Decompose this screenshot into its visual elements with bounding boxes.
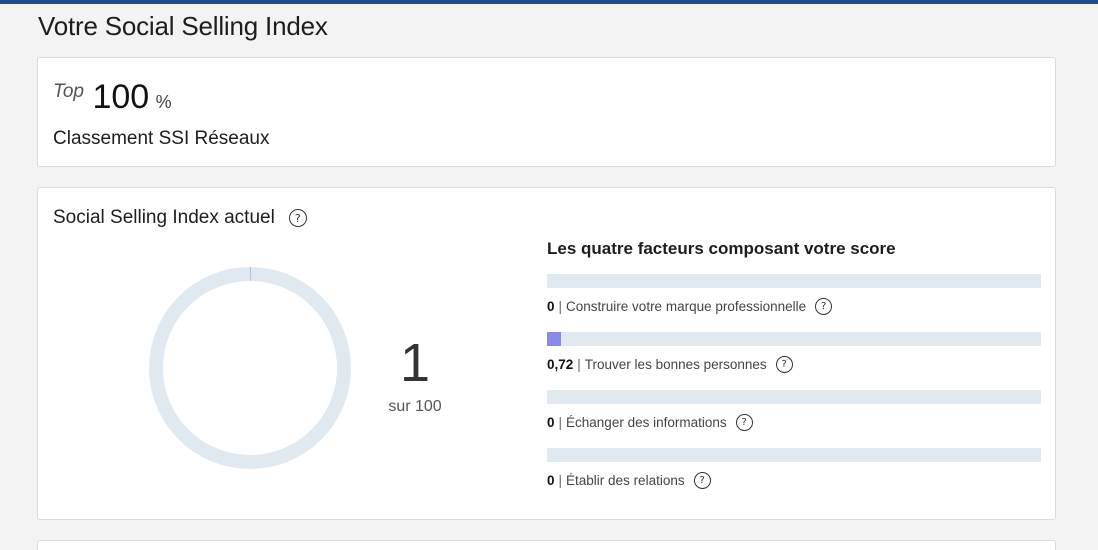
factor-bar-fill <box>547 332 562 346</box>
page-title: Votre Social Selling Index <box>38 11 328 41</box>
factor-relationships: 0 | Établir des relations ? <box>547 448 1041 489</box>
ranking-value: 100 <box>92 78 150 116</box>
factor-label: 0 | Échanger des informations ? <box>547 414 1041 431</box>
help-circle-icon[interactable]: ? <box>288 209 307 227</box>
factor-separator: | <box>558 473 563 488</box>
factor-bar-track <box>547 274 1041 288</box>
ssi-score-value: 1 <box>399 333 431 393</box>
next-card <box>37 540 1056 550</box>
top-accent-bar <box>0 0 1098 4</box>
factor-insights: 0 | Échanger des informations ? <box>547 390 1041 431</box>
ranking-value-line: Top 100 % <box>53 78 172 117</box>
factor-name: Trouver les bonnes personnes <box>584 357 767 372</box>
factor-brand: 0 | Construire votre marque professionne… <box>547 274 1041 315</box>
factor-separator: | <box>558 299 563 314</box>
help-circle-icon[interactable]: ? <box>693 472 711 489</box>
factor-name: Échanger des informations <box>566 415 727 430</box>
factor-value: 0,72 <box>547 357 574 372</box>
ssi-score-sub: sur 100 <box>388 398 442 415</box>
factor-separator: | <box>577 357 581 372</box>
help-circle-icon[interactable]: ? <box>775 356 793 373</box>
ssi-donut-chart <box>149 267 351 469</box>
ssi-card: Social Selling Index actuel ? 1 sur 100 … <box>37 187 1056 520</box>
factor-value: 0 <box>547 299 555 314</box>
ranking-label: Classement SSI Réseaux <box>53 128 270 149</box>
factor-bar-track <box>547 332 1041 346</box>
ssi-title-text: Social Selling Index actuel <box>53 207 275 228</box>
factor-value: 0 <box>547 415 555 430</box>
ranking-prefix: Top <box>53 81 84 102</box>
factor-bar-track <box>547 448 1041 462</box>
factor-name: Construire votre marque professionnelle <box>566 299 807 314</box>
factor-label: 0 | Établir des relations ? <box>547 472 1041 489</box>
factor-label: 0,72 | Trouver les bonnes personnes ? <box>547 356 1041 373</box>
factor-bar-track <box>547 390 1041 404</box>
factor-people: 0,72 | Trouver les bonnes personnes ? <box>547 332 1041 373</box>
factor-value: 0 <box>547 473 555 488</box>
help-circle-icon[interactable]: ? <box>815 298 833 315</box>
ranking-card: Top 100 % Classement SSI Réseaux <box>37 57 1056 167</box>
ssi-title: Social Selling Index actuel ? <box>53 207 307 229</box>
factor-name: Établir des relations <box>566 473 685 488</box>
factors-title: Les quatre facteurs composant votre scor… <box>547 239 896 258</box>
help-circle-icon[interactable]: ? <box>735 414 753 431</box>
donut-track <box>149 267 351 469</box>
factor-label: 0 | Construire votre marque professionne… <box>547 298 1041 315</box>
factor-separator: | <box>558 415 563 430</box>
ranking-unit: % <box>155 92 172 112</box>
